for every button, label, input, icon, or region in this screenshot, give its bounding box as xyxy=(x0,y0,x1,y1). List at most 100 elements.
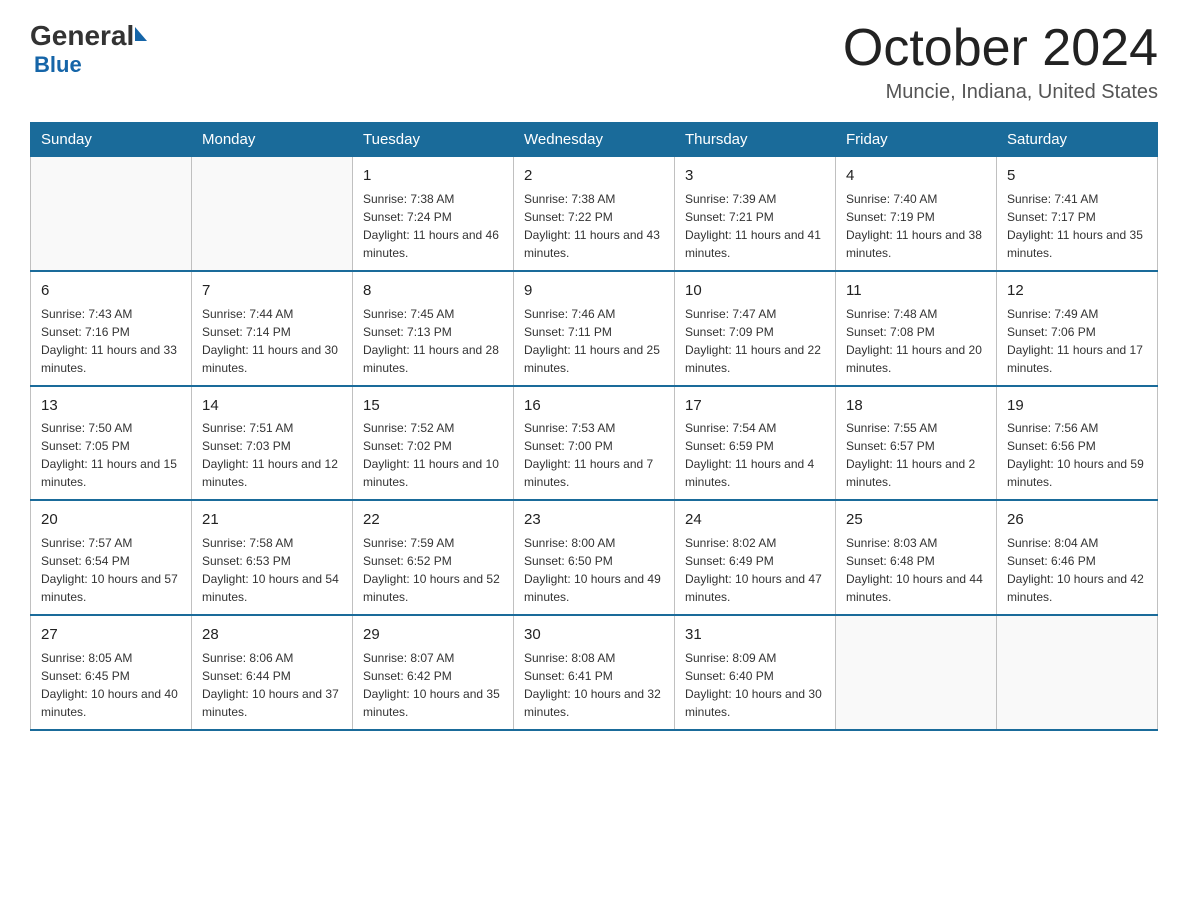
day-number: 10 xyxy=(685,280,825,302)
day-info: Sunrise: 7:52 AMSunset: 7:02 PMDaylight:… xyxy=(363,419,503,491)
calendar-cell: 17Sunrise: 7:54 AMSunset: 6:59 PMDayligh… xyxy=(675,386,836,501)
day-info: Sunrise: 7:41 AMSunset: 7:17 PMDaylight:… xyxy=(1007,190,1147,262)
day-info: Sunrise: 7:45 AMSunset: 7:13 PMDaylight:… xyxy=(363,305,503,377)
week-row-5: 27Sunrise: 8:05 AMSunset: 6:45 PMDayligh… xyxy=(31,615,1158,730)
calendar-cell: 1 Sunrise: 7:38 AMSunset: 7:24 PMDaylight… xyxy=(353,157,514,271)
logo-arrow-icon xyxy=(135,27,147,41)
day-number: 18 xyxy=(846,395,986,417)
calendar-cell xyxy=(192,157,353,271)
day-info: Sunrise: 7:49 AMSunset: 7:06 PMDaylight:… xyxy=(1007,305,1147,377)
day-number: 3 xyxy=(685,165,825,187)
day-number: 27 xyxy=(41,624,181,646)
calendar-cell: 31Sunrise: 8:09 AMSunset: 6:40 PMDayligh… xyxy=(675,615,836,730)
col-thursday: Thursday xyxy=(675,123,836,157)
col-tuesday: Tuesday xyxy=(353,123,514,157)
calendar-cell: 18Sunrise: 7:55 AMSunset: 6:57 PMDayligh… xyxy=(836,386,997,501)
day-number: 9 xyxy=(524,280,664,302)
day-number: 29 xyxy=(363,624,503,646)
day-number: 17 xyxy=(685,395,825,417)
calendar-cell: 10 Sunrise: 7:47 AMSunset: 7:09 PMDayligh… xyxy=(675,271,836,386)
day-number: 25 xyxy=(846,509,986,531)
calendar-cell: 14Sunrise: 7:51 AMSunset: 7:03 PMDayligh… xyxy=(192,386,353,501)
week-row-4: 20 Sunrise: 7:57 AMSunset: 6:54 PMDayligh… xyxy=(31,500,1158,615)
calendar-cell: 8 Sunrise: 7:45 AMSunset: 7:13 PMDaylight… xyxy=(353,271,514,386)
day-info: Sunrise: 8:04 AMSunset: 6:46 PMDaylight:… xyxy=(1007,534,1147,606)
day-info: Sunrise: 7:57 AMSunset: 6:54 PMDaylight:… xyxy=(41,534,181,606)
day-number: 28 xyxy=(202,624,342,646)
day-number: 20 xyxy=(41,509,181,531)
day-info: Sunrise: 8:02 AMSunset: 6:49 PMDaylight:… xyxy=(685,534,825,606)
col-monday: Monday xyxy=(192,123,353,157)
day-number: 14 xyxy=(202,395,342,417)
day-number: 4 xyxy=(846,165,986,187)
calendar-cell: 3 Sunrise: 7:39 AMSunset: 7:21 PMDaylight… xyxy=(675,157,836,271)
day-number: 12 xyxy=(1007,280,1147,302)
day-number: 2 xyxy=(524,165,664,187)
day-number: 13 xyxy=(41,395,181,417)
week-row-1: 1 Sunrise: 7:38 AMSunset: 7:24 PMDaylight… xyxy=(31,157,1158,271)
calendar-cell: 21Sunrise: 7:58 AMSunset: 6:53 PMDayligh… xyxy=(192,500,353,615)
day-info: Sunrise: 7:59 AMSunset: 6:52 PMDaylight:… xyxy=(363,534,503,606)
col-wednesday: Wednesday xyxy=(514,123,675,157)
location-text: Muncie, Indiana, United States xyxy=(843,81,1158,104)
day-info: Sunrise: 7:46 AMSunset: 7:11 PMDaylight:… xyxy=(524,305,664,377)
calendar-cell: 22 Sunrise: 7:59 AMSunset: 6:52 PMDayligh… xyxy=(353,500,514,615)
day-number: 1 xyxy=(363,165,503,187)
day-number: 6 xyxy=(41,280,181,302)
calendar-cell: 28Sunrise: 8:06 AMSunset: 6:44 PMDayligh… xyxy=(192,615,353,730)
calendar-cell: 26 Sunrise: 8:04 AMSunset: 6:46 PMDayligh… xyxy=(997,500,1158,615)
day-info: Sunrise: 7:55 AMSunset: 6:57 PMDaylight:… xyxy=(846,419,986,491)
logo: General Blue xyxy=(30,20,147,78)
col-sunday: Sunday xyxy=(31,123,192,157)
day-info: Sunrise: 7:53 AMSunset: 7:00 PMDaylight:… xyxy=(524,419,664,491)
calendar-cell: 15Sunrise: 7:52 AMSunset: 7:02 PMDayligh… xyxy=(353,386,514,501)
day-info: Sunrise: 8:07 AMSunset: 6:42 PMDaylight:… xyxy=(363,649,503,721)
day-number: 5 xyxy=(1007,165,1147,187)
day-info: Sunrise: 7:47 AMSunset: 7:09 PMDaylight:… xyxy=(685,305,825,377)
day-number: 21 xyxy=(202,509,342,531)
day-info: Sunrise: 8:00 AMSunset: 6:50 PMDaylight:… xyxy=(524,534,664,606)
title-block: October 2024 Muncie, Indiana, United Sta… xyxy=(843,20,1158,104)
calendar-cell xyxy=(997,615,1158,730)
day-info: Sunrise: 7:38 AMSunset: 7:24 PMDaylight:… xyxy=(363,190,503,262)
day-number: 30 xyxy=(524,624,664,646)
day-number: 31 xyxy=(685,624,825,646)
day-info: Sunrise: 7:54 AMSunset: 6:59 PMDaylight:… xyxy=(685,419,825,491)
day-number: 23 xyxy=(524,509,664,531)
calendar-cell: 11 Sunrise: 7:48 AMSunset: 7:08 PMDayligh… xyxy=(836,271,997,386)
day-info: Sunrise: 7:56 AMSunset: 6:56 PMDaylight:… xyxy=(1007,419,1147,491)
day-info: Sunrise: 7:48 AMSunset: 7:08 PMDaylight:… xyxy=(846,305,986,377)
day-info: Sunrise: 8:03 AMSunset: 6:48 PMDaylight:… xyxy=(846,534,986,606)
calendar-cell: 27Sunrise: 8:05 AMSunset: 6:45 PMDayligh… xyxy=(31,615,192,730)
day-info: Sunrise: 7:51 AMSunset: 7:03 PMDaylight:… xyxy=(202,419,342,491)
week-row-3: 13Sunrise: 7:50 AMSunset: 7:05 PMDayligh… xyxy=(31,386,1158,501)
calendar-cell: 2Sunrise: 7:38 AMSunset: 7:22 PMDaylight… xyxy=(514,157,675,271)
calendar-cell: 24 Sunrise: 8:02 AMSunset: 6:49 PMDayligh… xyxy=(675,500,836,615)
day-info: Sunrise: 7:50 AMSunset: 7:05 PMDaylight:… xyxy=(41,419,181,491)
calendar-cell: 19Sunrise: 7:56 AMSunset: 6:56 PMDayligh… xyxy=(997,386,1158,501)
calendar-cell: 4Sunrise: 7:40 AMSunset: 7:19 PMDaylight… xyxy=(836,157,997,271)
day-number: 11 xyxy=(846,280,986,302)
day-number: 26 xyxy=(1007,509,1147,531)
calendar-cell: 25 Sunrise: 8:03 AMSunset: 6:48 PMDayligh… xyxy=(836,500,997,615)
day-info: Sunrise: 7:39 AMSunset: 7:21 PMDaylight:… xyxy=(685,190,825,262)
page-header: General Blue October 2024 Muncie, Indian… xyxy=(30,20,1158,104)
day-number: 7 xyxy=(202,280,342,302)
day-number: 24 xyxy=(685,509,825,531)
day-info: Sunrise: 7:44 AMSunset: 7:14 PMDaylight:… xyxy=(202,305,342,377)
logo-blue-text: Blue xyxy=(34,52,82,77)
calendar-cell: 20 Sunrise: 7:57 AMSunset: 6:54 PMDayligh… xyxy=(31,500,192,615)
week-row-2: 6 Sunrise: 7:43 AMSunset: 7:16 PMDaylight… xyxy=(31,271,1158,386)
col-saturday: Saturday xyxy=(997,123,1158,157)
month-title: October 2024 xyxy=(843,20,1158,77)
calendar-cell xyxy=(836,615,997,730)
logo-general-text: General xyxy=(30,20,134,52)
calendar-cell: 5 Sunrise: 7:41 AMSunset: 7:17 PMDaylight… xyxy=(997,157,1158,271)
day-number: 8 xyxy=(363,280,503,302)
day-info: Sunrise: 7:43 AMSunset: 7:16 PMDaylight:… xyxy=(41,305,181,377)
day-number: 22 xyxy=(363,509,503,531)
day-info: Sunrise: 8:08 AMSunset: 6:41 PMDaylight:… xyxy=(524,649,664,721)
day-number: 19 xyxy=(1007,395,1147,417)
calendar-table: Sunday Monday Tuesday Wednesday Thursday… xyxy=(30,122,1158,731)
col-friday: Friday xyxy=(836,123,997,157)
